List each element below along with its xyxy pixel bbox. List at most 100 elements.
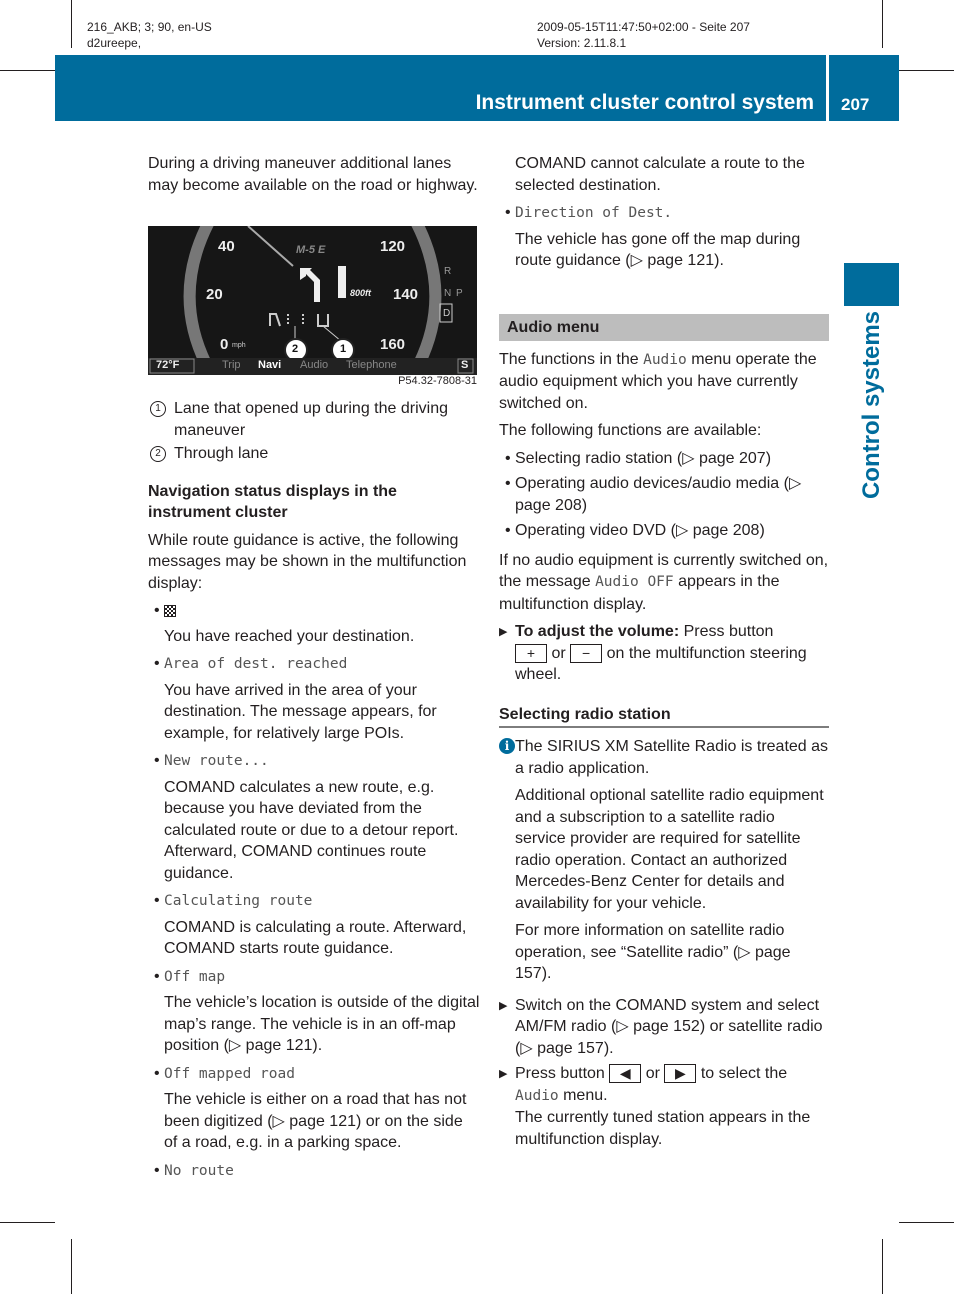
s-indicator: S	[461, 359, 469, 371]
header-bar: Instrument cluster control system	[55, 55, 826, 121]
info-text: The SIRIUS XM Satellite Radio is treated…	[515, 738, 829, 777]
message-item: Area of dest. reached	[148, 653, 480, 676]
audio-off-paragraph: If no audio equipment is currently switc…	[499, 550, 829, 616]
minus-key-icon: −	[570, 643, 603, 663]
callout-2-label: 2	[292, 343, 299, 355]
chapter-tab-marker	[844, 263, 899, 306]
crop-mark	[882, 0, 883, 48]
message-code: Off map	[164, 968, 226, 985]
message-desc: You have arrived in the area of your des…	[164, 681, 437, 742]
audio-intro: The functions in the Audio menu operate …	[499, 349, 829, 415]
message-code: New route...	[164, 753, 269, 769]
audio-code: Audio	[643, 351, 687, 368]
crop-mark	[882, 1239, 883, 1294]
function-link[interactable]: Operating video DVD (▷ page 208)	[515, 522, 765, 539]
distance-bar	[338, 266, 346, 298]
right-arrow-key-icon: ▶	[664, 1064, 697, 1084]
text: Press button	[679, 623, 774, 640]
meta-line: d2ureepe,	[87, 36, 142, 50]
no-route-desc: COMAND cannot calculate a route to the s…	[515, 155, 805, 194]
text: The functions in the	[499, 350, 644, 368]
chapter-label-text: Control systems	[857, 310, 885, 500]
page-number: 207	[841, 95, 870, 114]
audio-code: Audio	[515, 1087, 559, 1104]
crop-mark	[899, 1222, 954, 1223]
message-desc: COMAND calculates a new route, e.g. beca…	[164, 778, 459, 882]
callout-2-icon: 2	[150, 446, 166, 462]
print-meta-right: 2009-05-15T11:47:50+02:00 - Seite 207 Ve…	[537, 19, 750, 51]
gear-r: R	[444, 266, 452, 277]
message-item	[148, 600, 480, 622]
speed-unit: mph	[232, 342, 246, 349]
lane-guidance-icon	[269, 313, 329, 327]
menu-audio: Audio	[300, 359, 329, 371]
step-result: The currently tuned station appears in t…	[515, 1109, 811, 1148]
menu-telephone: Telephone	[346, 359, 397, 371]
selecting-radio-heading: Selecting radio station	[499, 704, 829, 728]
crop-mark	[0, 70, 55, 71]
function-item: Selecting radio station (▷ page 207)	[499, 448, 829, 470]
callout-line-1	[322, 325, 342, 342]
speed-40: 40	[218, 238, 235, 255]
message-code: Direction of Dest.	[515, 205, 673, 221]
volume-label: To adjust the volume:	[515, 623, 680, 640]
text: Press button	[515, 1065, 610, 1082]
info-text: For more information on satellite radio …	[515, 922, 791, 982]
message-code: Area of dest. reached	[164, 656, 348, 672]
gear-n: N	[444, 288, 452, 299]
text: or	[547, 644, 571, 662]
text: or	[641, 1065, 665, 1082]
chapter-label: Control systems	[844, 310, 899, 500]
left-arrow-key-icon: ◀	[609, 1064, 642, 1084]
right-column: COMAND cannot calculate a route to the s…	[499, 153, 829, 1154]
menu-trip: Trip	[222, 359, 241, 371]
speed-160: 160	[380, 336, 406, 353]
temperature-readout: 72°F	[156, 359, 180, 371]
function-link[interactable]: Operating audio devices/audio media (▷ p…	[515, 475, 801, 514]
functions-intro: The following functions are available:	[499, 422, 762, 439]
page-title: Instrument cluster control system	[475, 91, 814, 114]
left-column: During a driving maneuver additional lan…	[148, 153, 480, 202]
message-item: Off map	[148, 966, 480, 989]
legend-item: 2 Through lane	[148, 443, 480, 465]
page-number-box: 207	[829, 55, 899, 121]
gear-d: D	[443, 308, 451, 319]
speed-140: 140	[393, 286, 419, 303]
message-item: Direction of Dest.	[499, 202, 829, 225]
distance-readout: 800ft	[350, 288, 372, 298]
turn-arrow-icon	[300, 268, 320, 302]
intro-paragraph: During a driving maneuver additional lan…	[148, 155, 478, 194]
crop-mark	[71, 0, 72, 48]
step-item: Switch on the COMAND system and select A…	[499, 995, 829, 1060]
plus-key-icon: +	[515, 643, 547, 663]
step-item: Press button ◀ or ▶ to select the Audio …	[499, 1063, 829, 1150]
figure-caption: P54.32-7808-31	[398, 375, 477, 387]
left-column-body: 1 Lane that opened up during the driving…	[148, 398, 480, 1186]
meta-line: Version: 2.11.8.1	[537, 36, 627, 50]
audio-off-code: Audio OFF	[595, 574, 674, 590]
meta-line: 2009-05-15T11:47:50+02:00 - Seite 207	[537, 20, 750, 34]
speed-needle	[247, 226, 294, 267]
function-item: Operating audio devices/audio media (▷ p…	[499, 473, 829, 516]
legend-text: Through lane	[174, 445, 269, 462]
message-code: Off mapped road	[164, 1065, 295, 1082]
message-item: Calculating route	[148, 890, 480, 913]
speed-0: 0	[220, 336, 229, 353]
audio-menu-heading: Audio menu	[499, 313, 829, 341]
road-name: M-5 E	[296, 244, 326, 256]
nav-status-heading: Navigation status displays in the instru…	[148, 482, 397, 522]
crop-mark	[899, 70, 954, 71]
crop-mark	[71, 1239, 72, 1294]
function-item: Operating video DVD (▷ page 208)	[499, 520, 829, 542]
legend-text: Lane that opened up during the driving m…	[174, 400, 448, 439]
meta-line: 216_AKB; 3; 90, en-US	[87, 20, 212, 34]
step-text: Switch on the COMAND system and select A…	[515, 996, 823, 1057]
gear-p: P	[456, 288, 463, 299]
callout-1-icon: 1	[150, 401, 166, 417]
message-desc: COMAND is calculating a route. Afterward…	[164, 918, 467, 958]
function-link[interactable]: Selecting radio station (▷ page 207)	[515, 450, 771, 467]
menu-navi: Navi	[258, 359, 282, 371]
message-item: Off mapped road	[148, 1063, 480, 1086]
text: menu.	[558, 1086, 608, 1104]
speed-20: 20	[206, 286, 223, 303]
